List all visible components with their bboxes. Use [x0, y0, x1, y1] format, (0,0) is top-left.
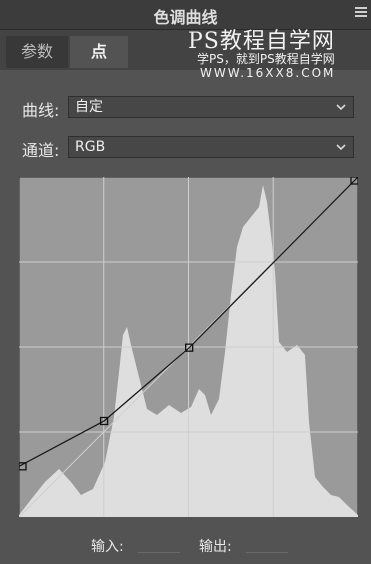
tab-point[interactable]: 点 [70, 36, 128, 68]
curve-graph[interactable] [18, 176, 359, 518]
chevron-down-icon [336, 104, 346, 111]
input-field[interactable] [138, 552, 180, 553]
channel-dropdown[interactable]: RGB [68, 136, 354, 158]
channel-value: RGB [75, 139, 106, 155]
input-label: 输入: [91, 539, 124, 555]
chevron-down-icon [336, 144, 346, 151]
curve-editor[interactable] [18, 176, 359, 518]
curve-preset-label: 曲线: [22, 101, 60, 120]
watermark-subtitle: 学PS，就到PS教程自学网 [197, 52, 335, 66]
curve-preset-dropdown[interactable]: 自定 [68, 96, 354, 118]
channel-label: 通道: [22, 141, 60, 160]
watermark-url: WWW.16XX8.COM [200, 66, 336, 80]
output-label: 输出: [199, 539, 232, 555]
panel-menu-icon[interactable] [355, 7, 367, 19]
tab-parametric[interactable]: 参数 [6, 36, 68, 68]
curve-preset-value: 自定 [75, 99, 103, 115]
output-field[interactable] [246, 552, 288, 553]
